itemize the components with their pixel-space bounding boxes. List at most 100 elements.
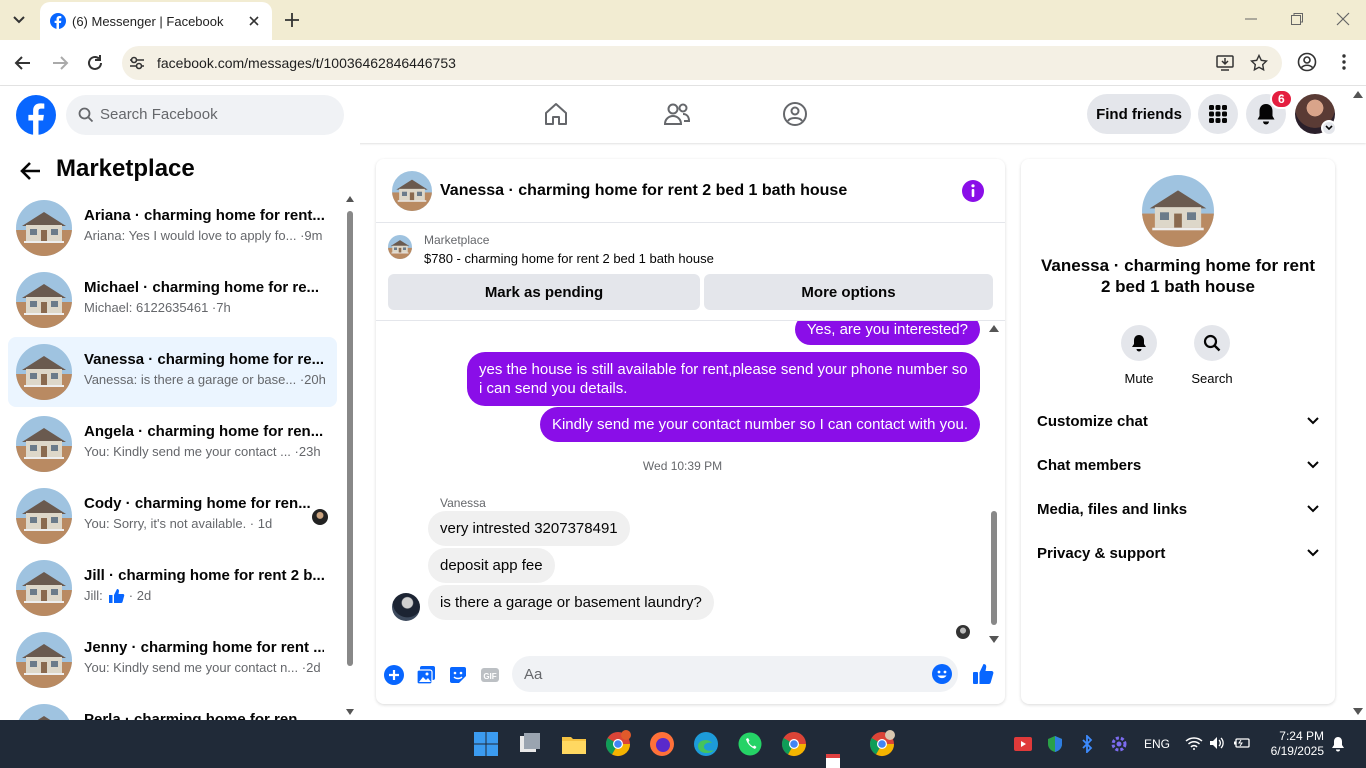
edge-icon[interactable] xyxy=(692,730,720,758)
scrollbar-thumb[interactable] xyxy=(347,211,353,666)
find-friends-button[interactable]: Find friends xyxy=(1087,94,1191,134)
new-tab-icon[interactable] xyxy=(282,10,302,30)
bookmark-star-icon[interactable] xyxy=(1250,54,1268,72)
conversation-item[interactable]: Jill · charming home for rent 2 b... Jil… xyxy=(8,553,337,623)
incoming-message: deposit app fee xyxy=(428,548,555,583)
scroll-down-icon[interactable] xyxy=(1353,708,1363,715)
address-bar[interactable]: facebook.com/messages/t/1003646284644675… xyxy=(122,46,1282,80)
home-icon[interactable] xyxy=(543,101,569,127)
more-actions-plus-icon[interactable] xyxy=(384,665,404,685)
scroll-up-icon[interactable] xyxy=(1353,91,1363,98)
close-window-icon[interactable] xyxy=(1336,12,1350,26)
chat-panel: Vanessa · charming home for rent 2 bed 1… xyxy=(376,159,1005,704)
file-explorer-icon[interactable] xyxy=(560,730,588,758)
search-in-conversation-button[interactable]: Search xyxy=(1182,325,1242,386)
like-thumb-icon[interactable] xyxy=(972,663,994,685)
security-shield-icon[interactable] xyxy=(1046,735,1064,753)
back-icon[interactable] xyxy=(13,53,33,73)
input-language[interactable]: ENG xyxy=(1144,737,1170,751)
emoji-icon[interactable] xyxy=(932,664,952,684)
scroll-down-icon[interactable] xyxy=(989,636,999,643)
svg-text:GIF: GIF xyxy=(483,672,496,681)
tab-search-button[interactable] xyxy=(6,7,32,33)
conversation-list-scrollbar[interactable] xyxy=(343,193,355,720)
scroll-down-icon[interactable] xyxy=(346,709,354,715)
volume-icon[interactable] xyxy=(1209,736,1225,750)
scroll-up-icon[interactable] xyxy=(989,325,999,332)
mute-button[interactable]: Mute xyxy=(1109,325,1169,386)
account-menu-chevron[interactable] xyxy=(1321,120,1337,136)
info-icon[interactable] xyxy=(962,180,984,202)
marketplace-listing-bar: Marketplace $780 - charming home for ren… xyxy=(376,223,1005,321)
marketplace-label: Marketplace xyxy=(424,233,490,247)
chrome-active-icon[interactable] xyxy=(868,730,896,758)
more-options-button[interactable]: More options xyxy=(704,274,993,310)
bluetooth-icon[interactable] xyxy=(1080,735,1094,753)
battery-icon[interactable] xyxy=(1233,736,1251,750)
facebook-logo-icon[interactable] xyxy=(16,95,56,135)
site-info-icon[interactable] xyxy=(126,52,148,74)
conversation-name: Angela · charming home for ren... xyxy=(84,423,324,440)
conversation-item[interactable]: Jenny · charming home for rent ... You: … xyxy=(8,625,337,695)
listing-photo[interactable] xyxy=(1142,175,1214,247)
conversation-name: Perla · charming home for ren... xyxy=(84,711,310,720)
reload-icon[interactable] xyxy=(85,53,105,73)
conversation-snippet: Ariana: Yes I would love to apply fo... … xyxy=(84,228,323,243)
forward-icon[interactable] xyxy=(50,53,70,73)
conversation-item[interactable]: Perla · charming home for ren... xyxy=(8,697,337,720)
minimize-icon[interactable] xyxy=(1244,12,1258,26)
search-placeholder: Search Facebook xyxy=(100,106,218,123)
wifi-icon[interactable] xyxy=(1185,736,1203,750)
message-scrollbar[interactable] xyxy=(988,325,1000,643)
facebook-search[interactable]: Search Facebook xyxy=(66,95,344,135)
start-icon[interactable] xyxy=(472,730,500,758)
system-clock[interactable]: 7:24 PM 6/19/2025 xyxy=(1262,729,1324,759)
chat-members-section[interactable]: Chat members xyxy=(1029,445,1327,485)
conversation-item[interactable]: Angela · charming home for ren... You: K… xyxy=(8,409,337,479)
firefox-icon[interactable] xyxy=(648,730,676,758)
task-view-icon[interactable] xyxy=(516,730,544,758)
calendar-app-icon[interactable] xyxy=(824,750,852,768)
browser-tab[interactable]: (6) Messenger | Facebook xyxy=(40,2,272,40)
conversation-name: Jill · charming home for rent 2 b... xyxy=(84,567,324,584)
groups-icon[interactable] xyxy=(782,101,808,127)
chat-title[interactable]: Vanessa · charming home for rent 2 bed 1… xyxy=(440,182,847,200)
media-files-links-section[interactable]: Media, files and links xyxy=(1029,489,1327,529)
privacy-support-section[interactable]: Privacy & support xyxy=(1029,533,1327,573)
sticker-icon[interactable] xyxy=(448,665,468,685)
attach-photo-icon[interactable] xyxy=(416,665,436,685)
panel-title: Marketplace xyxy=(56,155,195,182)
chat-thumbnail[interactable] xyxy=(392,171,432,211)
conversation-name: Vanessa · charming home for re... xyxy=(84,351,324,368)
conversation-item[interactable]: Ariana · charming home for rent... Arian… xyxy=(8,193,337,263)
account-avatar[interactable] xyxy=(1295,94,1337,136)
customize-chat-section[interactable]: Customize chat xyxy=(1029,401,1327,441)
whatsapp-icon[interactable] xyxy=(736,730,764,758)
notification-bell-icon[interactable] xyxy=(1330,736,1346,752)
friends-icon[interactable] xyxy=(663,101,691,127)
menu-button[interactable] xyxy=(1198,94,1238,134)
mark-as-pending-button[interactable]: Mark as pending xyxy=(388,274,700,310)
search-icon xyxy=(1203,334,1221,352)
message-input[interactable] xyxy=(512,656,958,692)
settings-gear-icon[interactable] xyxy=(1110,735,1128,753)
restore-icon[interactable] xyxy=(1290,12,1304,26)
listing-title[interactable]: $780 - charming home for rent 2 bed 1 ba… xyxy=(424,251,714,266)
incoming-message: very intrested 3207378491 xyxy=(428,511,630,546)
sender-avatar[interactable] xyxy=(392,593,420,621)
conversation-item-active[interactable]: Vanessa · charming home for re... Vaness… xyxy=(8,337,337,407)
chrome-icon[interactable] xyxy=(780,730,808,758)
page-scrollbar[interactable] xyxy=(1350,86,1366,720)
conversation-item[interactable]: Cody · charming home for ren... You: Sor… xyxy=(8,481,337,551)
browser-menu-icon[interactable] xyxy=(1336,53,1352,71)
close-tab-icon[interactable] xyxy=(245,12,263,30)
scrollbar-thumb[interactable] xyxy=(991,511,997,625)
install-app-icon[interactable] xyxy=(1216,54,1234,72)
recording-icon[interactable] xyxy=(1014,736,1032,752)
browser-profile-icon[interactable] xyxy=(1297,52,1317,72)
conversation-item[interactable]: Michael · charming home for re... Michae… xyxy=(8,265,337,335)
chrome-profile-icon[interactable] xyxy=(604,730,632,758)
back-arrow-icon[interactable] xyxy=(20,161,42,181)
scroll-up-icon[interactable] xyxy=(346,196,354,202)
gif-icon[interactable]: GIF xyxy=(480,665,500,685)
